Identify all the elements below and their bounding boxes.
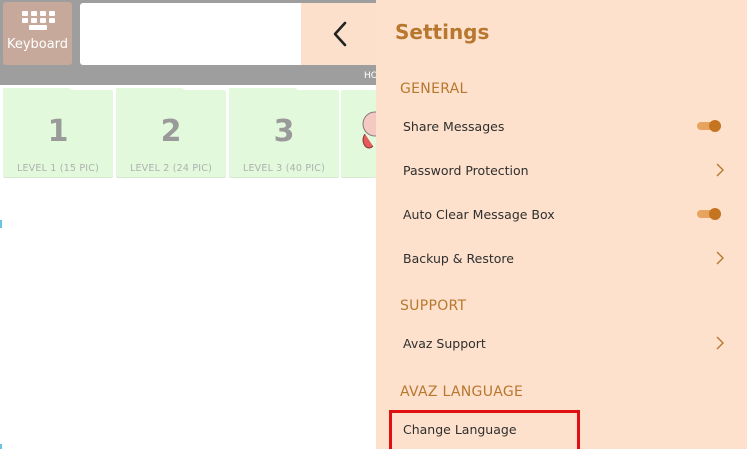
breadcrumb[interactable]: HOME bbox=[364, 71, 376, 81]
settings-panel: Settings GENERAL Share Messages Password… bbox=[376, 0, 747, 449]
level-label: LEVEL 1 (15 PIC) bbox=[16, 163, 100, 174]
avaz-support-row[interactable]: Avaz Support bbox=[376, 324, 747, 364]
back-button[interactable] bbox=[301, 3, 376, 65]
level-tile-4[interactable] bbox=[341, 90, 376, 177]
edge-indicator bbox=[0, 220, 2, 228]
level-number: 3 bbox=[273, 114, 295, 149]
password-protection-row[interactable]: Password Protection bbox=[376, 151, 747, 191]
level-tile-1[interactable]: 1 LEVEL 1 (15 PIC) bbox=[3, 88, 113, 177]
message-box[interactable] bbox=[80, 3, 303, 65]
keyboard-icon bbox=[21, 11, 55, 30]
edge-indicator bbox=[0, 444, 2, 449]
breadcrumb-bar: HOME bbox=[0, 68, 376, 85]
chevron-left-icon bbox=[333, 21, 347, 47]
password-protection-label: Password Protection bbox=[403, 163, 529, 178]
section-support: SUPPORT bbox=[400, 298, 467, 314]
avaz-support-label: Avaz Support bbox=[403, 336, 486, 351]
level-number: 2 bbox=[160, 114, 182, 149]
level-number: 1 bbox=[47, 114, 69, 149]
auto-clear-toggle[interactable] bbox=[697, 208, 721, 220]
chevron-right-icon bbox=[716, 163, 724, 177]
section-general: GENERAL bbox=[400, 81, 468, 97]
section-avaz-language: AVAZ LANGUAGE bbox=[400, 384, 524, 400]
level-label: LEVEL 3 (40 PIC) bbox=[242, 163, 326, 174]
keyboard-button[interactable]: Keyboard bbox=[3, 2, 72, 65]
level-tiles: 1 LEVEL 1 (15 PIC) 2 LEVEL 2 (24 PIC) 3 … bbox=[0, 88, 376, 180]
backup-restore-row[interactable]: Backup & Restore bbox=[376, 239, 747, 279]
keyboard-label: Keyboard bbox=[6, 37, 69, 52]
level-label: LEVEL 2 (24 PIC) bbox=[129, 163, 213, 174]
picture-icon bbox=[362, 111, 376, 149]
auto-clear-row[interactable]: Auto Clear Message Box bbox=[376, 195, 747, 235]
backup-restore-label: Backup & Restore bbox=[403, 251, 514, 266]
level-tile-3[interactable]: 3 LEVEL 3 (40 PIC) bbox=[229, 88, 339, 177]
level-tile-2[interactable]: 2 LEVEL 2 (24 PIC) bbox=[116, 88, 226, 177]
selection-highlight bbox=[389, 410, 580, 449]
auto-clear-label: Auto Clear Message Box bbox=[403, 207, 555, 222]
share-messages-row[interactable]: Share Messages bbox=[376, 107, 747, 147]
chevron-right-icon bbox=[716, 336, 724, 350]
share-messages-toggle[interactable] bbox=[697, 120, 721, 132]
share-messages-label: Share Messages bbox=[403, 119, 505, 134]
settings-title: Settings bbox=[395, 20, 490, 44]
chevron-right-icon bbox=[716, 251, 724, 265]
